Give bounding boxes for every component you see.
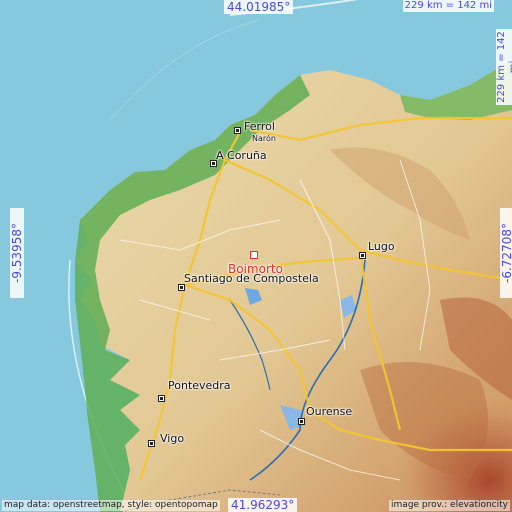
map-view[interactable]: 44.01985° 41.96293° -9.53958° -6.72708° … <box>0 0 512 512</box>
scale-vertical-label: 229 km = 142 mi <box>496 29 512 105</box>
vigo-marker-icon[interactable] <box>148 440 155 447</box>
city-label-acoruna[interactable]: A Coruña <box>216 149 267 162</box>
target-location-icon[interactable] <box>250 251 258 259</box>
city-label-ourense[interactable]: Ourense <box>306 405 352 418</box>
pontevedra-marker-icon[interactable] <box>158 395 165 402</box>
city-label-lugo[interactable]: Lugo <box>368 240 395 253</box>
santiago-marker-icon[interactable] <box>178 284 185 291</box>
coordinate-bottom-label: 41.96293° <box>228 498 298 512</box>
attribution-image-provider: image prov.: elevationcity <box>389 500 510 511</box>
ourense-marker-icon[interactable] <box>298 418 305 425</box>
scale-horizontal-label: 229 km = 142 mi <box>402 0 494 12</box>
city-label-santiago[interactable]: Santiago de Compostela <box>184 272 319 285</box>
ferrol-marker-icon[interactable] <box>234 127 241 134</box>
coordinate-right-label: -6.72708° <box>500 208 512 298</box>
coordinate-top-label: 44.01985° <box>224 0 294 14</box>
city-label-vigo[interactable]: Vigo <box>160 432 184 445</box>
attribution-map-data: map data: openstreetmap, style: opentopo… <box>2 500 220 511</box>
city-label-pontevedra[interactable]: Pontevedra <box>168 379 231 392</box>
lugo-marker-icon[interactable] <box>359 252 366 259</box>
coordinate-left-label: -9.53958° <box>10 208 24 298</box>
city-label-naron[interactable]: Narón <box>252 134 276 143</box>
city-label-ferrol[interactable]: Ferrol <box>244 120 275 133</box>
